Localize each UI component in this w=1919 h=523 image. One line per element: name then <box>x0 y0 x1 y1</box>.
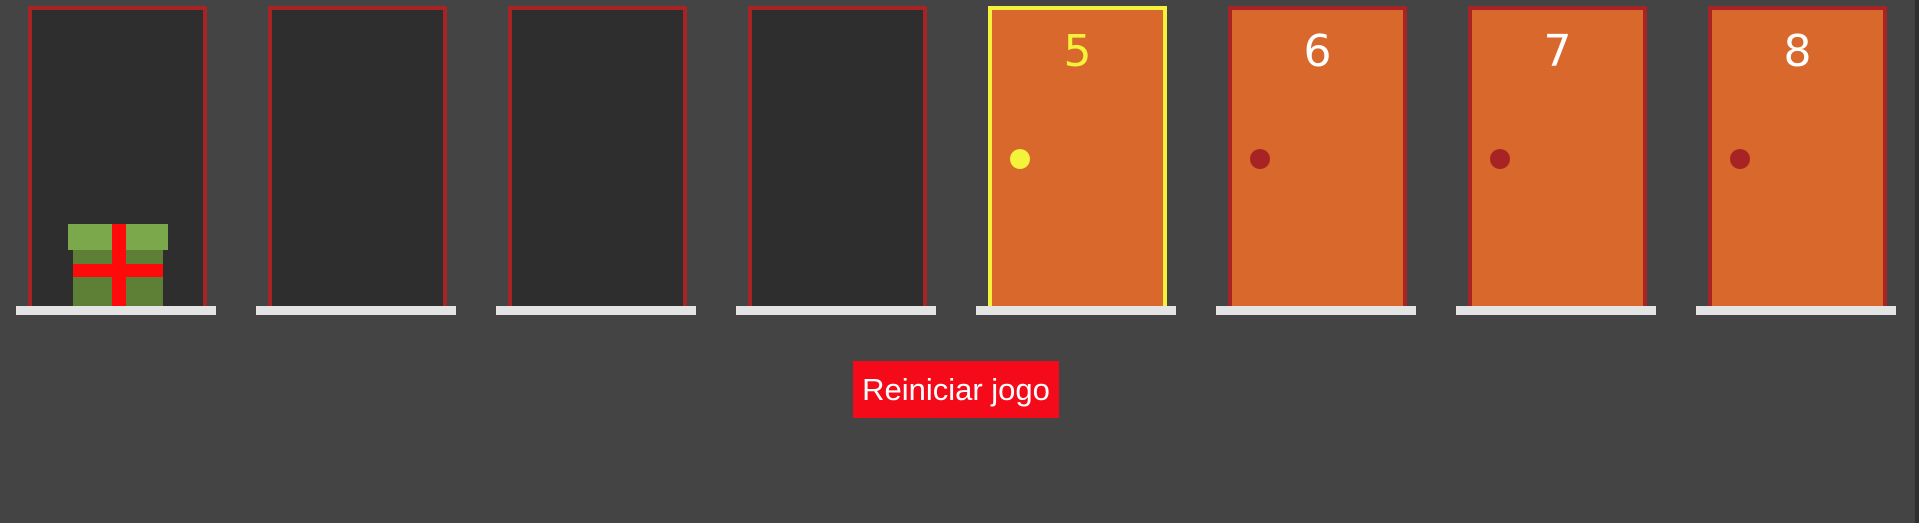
door-8[interactable]: 8 <box>1708 6 1887 306</box>
door-slot-6: 6 <box>1216 0 1416 320</box>
door-number: 6 <box>1303 26 1332 77</box>
door-number: 7 <box>1543 26 1572 77</box>
page-scrollbar[interactable] <box>1915 0 1919 523</box>
restart-game-button[interactable]: Reiniciar jogo <box>853 361 1059 418</box>
door-7[interactable]: 7 <box>1468 6 1647 306</box>
door-slot-5: 5 <box>976 0 1176 320</box>
door-slot-4 <box>736 0 936 320</box>
door-number: 8 <box>1783 26 1812 77</box>
door-slot-3 <box>496 0 696 320</box>
door-1[interactable] <box>28 6 207 310</box>
door-threshold <box>736 306 936 315</box>
door-knob-icon <box>1010 149 1030 169</box>
door-threshold <box>1456 306 1656 315</box>
door-6[interactable]: 6 <box>1228 6 1407 306</box>
door-2[interactable] <box>268 6 447 306</box>
door-3[interactable] <box>508 6 687 306</box>
door-slot-2 <box>256 0 456 320</box>
door-slot-8: 8 <box>1696 0 1896 320</box>
door-threshold <box>1696 306 1896 315</box>
door-5[interactable]: 5 <box>988 6 1167 306</box>
door-knob-icon <box>1730 149 1750 169</box>
door-knob-icon <box>1250 149 1270 169</box>
door-threshold <box>1216 306 1416 315</box>
gift-ribbon-horizontal <box>73 264 163 277</box>
door-knob-icon <box>1490 149 1510 169</box>
door-slot-1 <box>16 0 216 320</box>
door-threshold <box>256 306 456 315</box>
door-number: 5 <box>1063 26 1092 77</box>
door-row: 5 6 7 8 <box>0 0 1915 320</box>
door-threshold <box>16 306 216 315</box>
door-threshold <box>976 306 1176 315</box>
gift-icon <box>68 224 168 310</box>
door-threshold <box>496 306 696 315</box>
door-slot-7: 7 <box>1456 0 1656 320</box>
door-4[interactable] <box>748 6 927 306</box>
